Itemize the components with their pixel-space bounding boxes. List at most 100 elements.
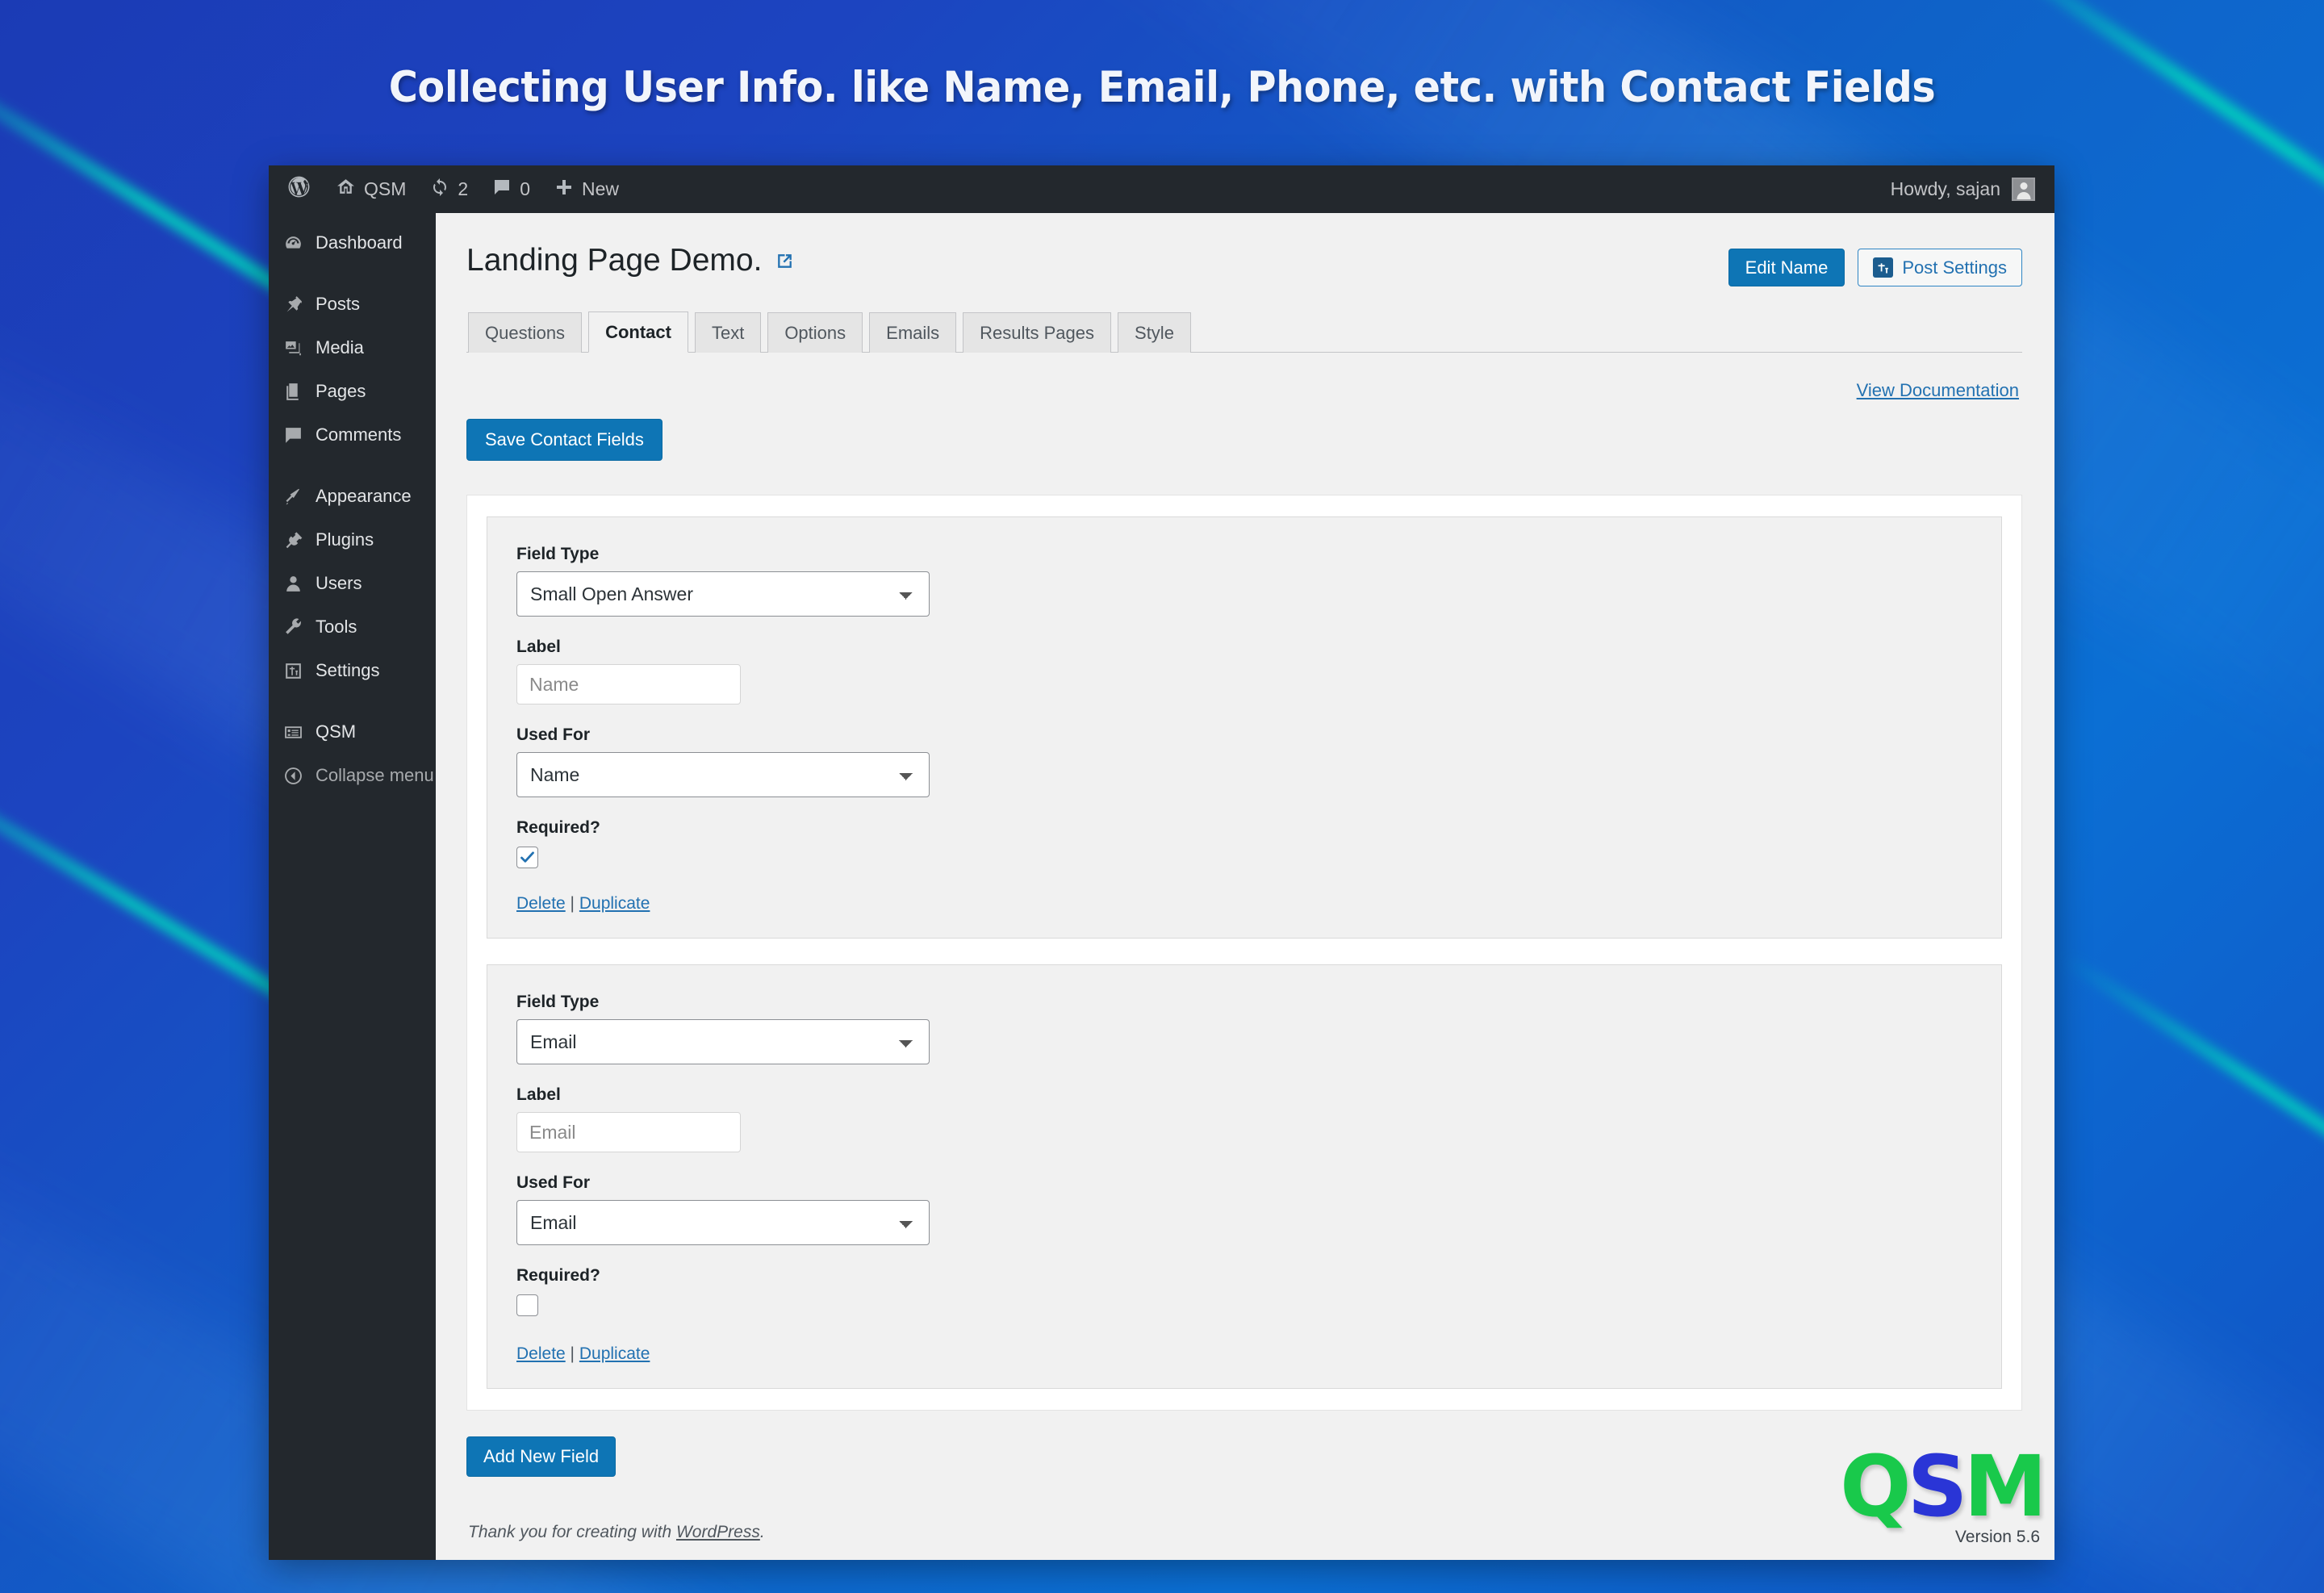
- sliders-icon: [282, 659, 304, 682]
- sidebar-item-label: Appearance: [316, 486, 412, 506]
- dashboard-icon: [282, 232, 304, 254]
- tab-emails[interactable]: Emails: [869, 312, 957, 353]
- main-content: Landing Page Demo. Edit Name Post Settin…: [436, 213, 2054, 1560]
- view-documentation-link[interactable]: View Documentation: [1857, 380, 2019, 401]
- sidebar-item-dashboard[interactable]: Dashboard: [269, 221, 436, 265]
- comment-bubble-icon: [492, 178, 512, 202]
- sidebar-item-tools[interactable]: Tools: [269, 605, 436, 649]
- sidebar-item-label: Posts: [316, 294, 361, 314]
- home-icon: [336, 177, 356, 202]
- save-contact-fields-button[interactable]: Save Contact Fields: [466, 419, 663, 462]
- sidebar-item-settings[interactable]: Settings: [269, 649, 436, 692]
- site-name-label: QSM: [364, 178, 407, 199]
- tab-questions[interactable]: Questions: [468, 312, 583, 353]
- sidebar-item-plugins[interactable]: Plugins: [269, 518, 436, 562]
- tab-options[interactable]: Options: [767, 312, 863, 353]
- label-group: Label: [516, 1085, 1972, 1153]
- avatar: [2012, 178, 2035, 201]
- updates-count: 2: [458, 178, 469, 199]
- field-type-group: Field Type Email: [516, 993, 1972, 1065]
- required-checkbox[interactable]: [516, 1294, 538, 1317]
- wordpress-logo-icon: [286, 174, 311, 204]
- sidebar-item-appearance[interactable]: Appearance: [269, 475, 436, 518]
- updates-menu[interactable]: 2: [418, 165, 480, 213]
- contact-field-card: Field Type Email Label Used For Email: [487, 964, 2002, 1390]
- comment-bubble-icon: [282, 424, 304, 446]
- paintbrush-icon: [282, 485, 304, 508]
- slide-title: Collecting User Info. like Name, Email, …: [388, 63, 1936, 112]
- sliders-icon: [1873, 257, 1894, 278]
- admin-sidebar: Dashboard Posts Media Pages Comments App…: [269, 213, 436, 1560]
- action-separator: |: [570, 894, 575, 914]
- page-header: Landing Page Demo. Edit Name Post Settin…: [466, 237, 2022, 286]
- delete-field-link[interactable]: Delete: [516, 894, 566, 913]
- used-for-group: Used For Email: [516, 1173, 1972, 1246]
- comments-menu[interactable]: 0: [480, 165, 542, 213]
- add-field-row: Add New Field: [466, 1436, 2022, 1478]
- tab-results-pages[interactable]: Results Pages: [963, 312, 1112, 353]
- duplicate-field-link[interactable]: Duplicate: [579, 1344, 650, 1363]
- label-input[interactable]: [516, 1112, 741, 1153]
- sidebar-item-pages[interactable]: Pages: [269, 370, 436, 413]
- field-type-select[interactable]: Email: [516, 1019, 930, 1065]
- new-content-label: New: [581, 178, 619, 199]
- sidebar-divider: [269, 457, 436, 475]
- sidebar-item-label: Media: [316, 337, 364, 357]
- new-content-menu[interactable]: New: [542, 165, 631, 213]
- pin-icon: [282, 293, 304, 316]
- admin-bar: QSM 2 0 New Howdy, sajan: [269, 165, 2054, 213]
- post-settings-label: Post Settings: [1902, 257, 2007, 278]
- required-checkbox[interactable]: [516, 847, 538, 869]
- user-icon: [282, 572, 304, 595]
- wordpress-logo-menu[interactable]: [269, 165, 324, 213]
- sidebar-item-label: Collapse menu: [316, 765, 434, 785]
- required-group: Required?: [516, 818, 1972, 870]
- required-label: Required?: [516, 818, 600, 838]
- footer-credit-suffix: .: [759, 1523, 765, 1541]
- field-type-group: Field Type Small Open Answer: [516, 545, 1972, 617]
- sidebar-item-qsm[interactable]: QSM: [269, 710, 436, 754]
- sidebar-item-collapse-menu[interactable]: Collapse menu: [269, 754, 436, 797]
- tab-text[interactable]: Text: [694, 312, 762, 353]
- sidebar-item-label: Tools: [316, 617, 357, 637]
- wordpress-link[interactable]: WordPress: [676, 1523, 760, 1541]
- tab-contact[interactable]: Contact: [588, 311, 688, 353]
- site-name-menu[interactable]: QSM: [324, 165, 418, 213]
- delete-field-link[interactable]: Delete: [516, 1344, 566, 1363]
- edit-name-button[interactable]: Edit Name: [1728, 249, 1845, 286]
- field-type-select[interactable]: Small Open Answer: [516, 571, 930, 617]
- sidebar-item-posts[interactable]: Posts: [269, 282, 436, 326]
- wrench-icon: [282, 616, 304, 638]
- duplicate-field-link[interactable]: Duplicate: [579, 894, 650, 913]
- used-for-group: Used For Name: [516, 725, 1972, 798]
- label-label: Label: [516, 638, 561, 657]
- post-settings-button[interactable]: Post Settings: [1858, 249, 2022, 286]
- contact-field-card: Field Type Small Open Answer Label Used …: [487, 516, 2002, 939]
- used-for-select[interactable]: Email: [516, 1200, 930, 1246]
- field-row-actions: Delete | Duplicate: [516, 894, 1972, 914]
- required-group: Required?: [516, 1266, 1972, 1320]
- page-title-text: Landing Page Demo.: [466, 243, 763, 278]
- external-link-icon[interactable]: [775, 251, 795, 271]
- updates-icon: [430, 178, 449, 202]
- save-row: Save Contact Fields: [466, 419, 2022, 462]
- field-type-label: Field Type: [516, 545, 600, 564]
- tab-style[interactable]: Style: [1118, 312, 1191, 353]
- wordpress-admin-window: QSM 2 0 New Howdy, sajan Dashboard Posts…: [269, 165, 2054, 1560]
- sidebar-item-media[interactable]: Media: [269, 326, 436, 370]
- label-input[interactable]: [516, 664, 741, 705]
- sidebar-divider: [269, 692, 436, 710]
- contact-fields-container: Field Type Small Open Answer Label Used …: [466, 495, 2022, 1411]
- field-row-actions: Delete | Duplicate: [516, 1344, 1972, 1364]
- sidebar-divider: [269, 265, 436, 282]
- sidebar-item-users[interactable]: Users: [269, 562, 436, 605]
- account-menu[interactable]: Howdy, sajan: [1891, 178, 2054, 201]
- plug-icon: [282, 529, 304, 551]
- howdy-label: Howdy, sajan: [1890, 178, 2000, 199]
- header-actions: Edit Name Post Settings: [1728, 244, 2022, 286]
- background-streak: [2059, 952, 2324, 1269]
- page-title: Landing Page Demo.: [466, 243, 795, 278]
- used-for-select[interactable]: Name: [516, 752, 930, 798]
- add-new-field-button[interactable]: Add New Field: [466, 1436, 617, 1478]
- sidebar-item-comments[interactable]: Comments: [269, 413, 436, 457]
